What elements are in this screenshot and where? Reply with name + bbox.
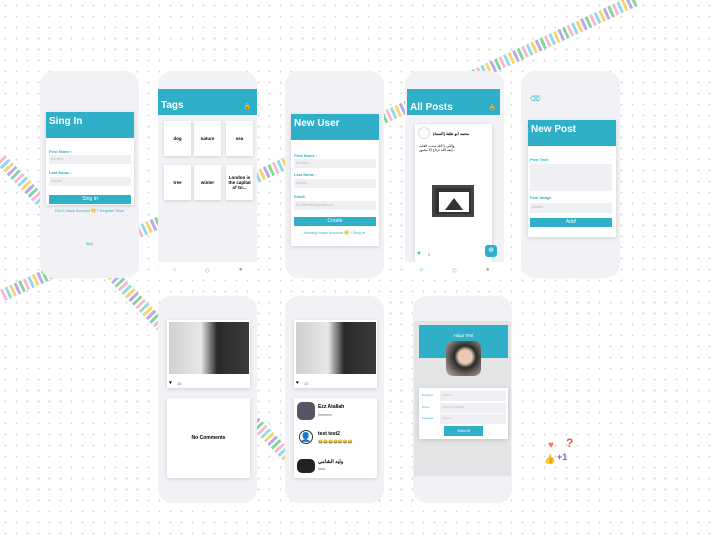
question-sticker-icon: ? — [566, 436, 574, 450]
bottom-nav: ⌂ ◇ ● — [405, 262, 504, 278]
signin-screen: Sing In First Name : Ezzdine Last Name :… — [40, 71, 139, 278]
add-post-button[interactable]: ⊕ — [485, 245, 497, 257]
avatar — [297, 459, 315, 473]
tags-screen: Tags 🔒 dog nature sea tree winter London… — [158, 71, 257, 278]
create-button[interactable]: Create — [294, 217, 376, 226]
tag-card[interactable]: dog — [164, 121, 191, 156]
last-name-input[interactable]: Atallah — [294, 179, 376, 188]
back-icon[interactable]: ⌫ — [530, 95, 540, 103]
comment-text: wow — [318, 467, 326, 471]
profile-icon[interactable]: ● — [239, 267, 243, 273]
page-title: All Posts — [407, 89, 500, 115]
post-image-label: Post Image — [530, 195, 552, 200]
page-title: Sing In — [46, 112, 134, 138]
plus-one-sticker-icon: +1 — [557, 452, 568, 462]
like-icon[interactable]: ♥ — [417, 251, 421, 257]
register-link[interactable]: Don't Have Account 😁? Register Now — [40, 208, 139, 213]
last-name-label: Last Name : — [294, 172, 317, 177]
post-image-input[interactable]: Atallah — [530, 203, 612, 213]
lock-icon[interactable]: 🔒 — [244, 103, 251, 110]
comment-author: وليد الشامي — [318, 459, 344, 465]
like-count: 0 — [428, 252, 431, 257]
newuser-screen: New User First Name : Ezzdine Last Name … — [285, 71, 384, 278]
no-comments-text: No Comments — [167, 398, 250, 478]
submit-button[interactable]: Submit — [444, 426, 483, 436]
heart-sticker-icon: ♥ — [548, 440, 554, 451]
post-text-input[interactable] — [530, 164, 612, 191]
avatar — [297, 402, 315, 420]
field-label: FirstName — [422, 394, 434, 397]
bottom-nav: ⌂ ◇ ● — [158, 262, 257, 278]
last-name-label: Last Name : — [49, 170, 72, 175]
page-title: New User — [291, 114, 379, 140]
profile-screen: Haya Test FirstName ezzdine Phone +96234… — [413, 296, 512, 503]
user-placeholder-icon: 👤 — [299, 430, 313, 444]
post-comments-screen: ♥ 10 Ezz Atallah hmmmm 👤 test test2 😂😂😂😂… — [285, 296, 384, 503]
profile-avatar[interactable] — [446, 341, 481, 376]
tag-card[interactable]: sea — [226, 121, 253, 156]
page-title: Tags — [158, 89, 257, 115]
signin-button[interactable]: Sing In — [49, 195, 131, 204]
image-placeholder-icon — [432, 185, 474, 217]
page-title: New Post — [528, 120, 616, 146]
firstname-input[interactable]: ezzdine — [440, 391, 506, 401]
like-icon[interactable]: ♥ — [296, 380, 299, 386]
tag-icon[interactable]: ◇ — [205, 267, 210, 274]
field-label: Phone — [422, 406, 430, 409]
comment-text: hmmmm — [318, 413, 332, 417]
email-input[interactable]: Ezzdine486@gmail.com — [294, 201, 376, 210]
first-name-input[interactable]: Ezzdine — [49, 155, 131, 164]
profile-icon[interactable]: ● — [486, 267, 490, 273]
tag-card[interactable]: tree — [164, 165, 191, 200]
tag-icon[interactable]: ◇ — [452, 267, 457, 274]
post-detail-screen: ♥ 16 No Comments — [158, 296, 257, 503]
first-name-label: First Name : — [294, 153, 318, 158]
tag-card[interactable]: London is the capital of Gr... — [226, 165, 253, 200]
skip-link[interactable]: Skip — [40, 241, 139, 246]
like-icon[interactable]: ♥ — [169, 380, 172, 386]
post-text-label: Post Text: — [530, 157, 550, 162]
field-label: Password — [422, 417, 433, 420]
signin-link[interactable]: Already Have Account 😁? Sing In — [285, 230, 384, 235]
post-image — [296, 322, 376, 374]
thumbs-up-sticker-icon: 👍 — [544, 454, 556, 464]
like-count: 16 — [177, 381, 182, 386]
last-name-input[interactable]: Atallah — [49, 177, 131, 186]
like-count: 10 — [304, 381, 309, 386]
tag-card[interactable]: nature — [194, 121, 221, 156]
email-label: Email: — [294, 194, 307, 199]
post-text: واللي يا الله سدت القلب إيقه الله ترتاح … — [419, 144, 456, 152]
home-icon[interactable]: ⌂ — [420, 267, 424, 273]
newpost-screen: ⌫ New Post Post Text: Post Image Atallah… — [521, 71, 620, 278]
first-name-label: First Name : — [49, 149, 73, 154]
tag-card[interactable]: winter — [194, 165, 221, 200]
comment-author: test test2 — [318, 431, 340, 437]
comment-author: Ezz Atallah — [318, 404, 345, 410]
add-button[interactable]: Add! — [530, 218, 612, 227]
phone-input[interactable]: +962345345658 — [440, 403, 506, 413]
post-author: محمد ابو طقة (السنة) — [433, 131, 470, 136]
lock-icon[interactable]: 🔒 — [489, 104, 496, 111]
password-input[interactable]: Hiqsq2 — [440, 414, 506, 424]
home-icon[interactable]: ⌂ — [173, 267, 177, 273]
first-name-input[interactable]: Ezzdine — [294, 159, 376, 168]
avatar — [419, 128, 429, 138]
comment-text: 😂😂😂😂😂😂😂 — [318, 439, 353, 444]
allposts-screen: All Posts 🔒 محمد ابو طقة (السنة) واللي ي… — [405, 71, 504, 278]
post-image — [169, 322, 249, 374]
